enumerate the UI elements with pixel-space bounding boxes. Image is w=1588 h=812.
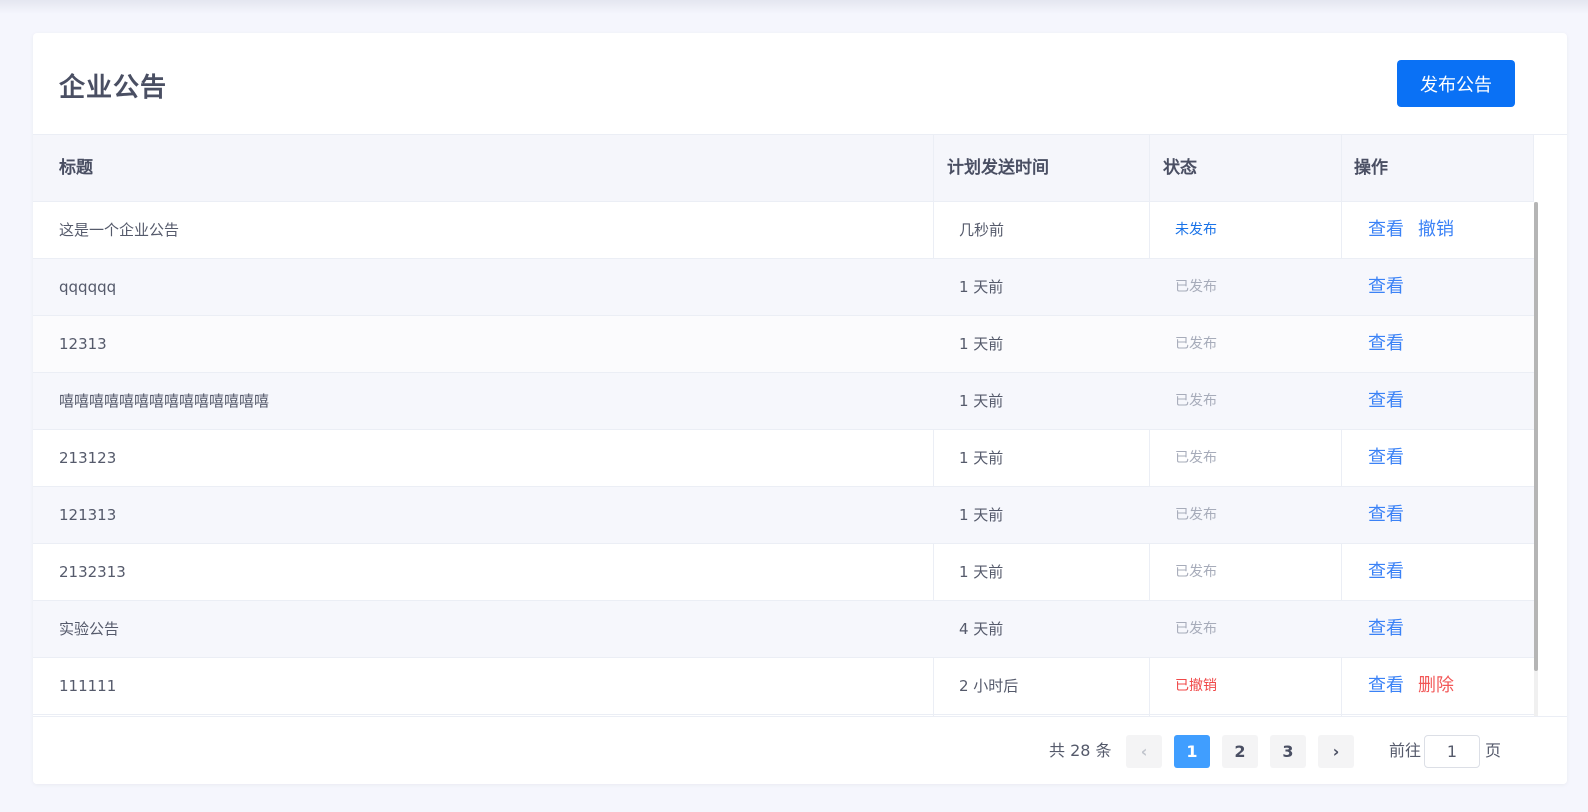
- row-actions: 查看: [1368, 373, 1418, 429]
- status-badge: 已发布: [1175, 393, 1217, 409]
- view-button[interactable]: 查看: [1368, 675, 1404, 696]
- row-scheduled-time: 1 天前: [959, 449, 1004, 467]
- status-badge: 已发布: [1175, 450, 1217, 466]
- goto-prefix: 前往: [1389, 741, 1422, 760]
- view-button[interactable]: 查看: [1368, 504, 1404, 525]
- row-scheduled-time: 1 天前: [959, 563, 1004, 581]
- table-row: 这是一个企业公告 几秒前 未发布 查看 撤销: [33, 202, 1534, 259]
- column-header-status: 状态: [1163, 158, 1197, 178]
- table-row: 213123 1 天前 已发布 查看: [33, 430, 1534, 487]
- table-header: 标题 计划发送时间 状态 操作: [33, 135, 1534, 202]
- row-title: qqqqqq: [59, 278, 117, 296]
- row-actions: 查看: [1368, 487, 1418, 543]
- status-badge: 已发布: [1175, 564, 1217, 580]
- status-badge: 已撤销: [1175, 678, 1217, 694]
- row-actions: 查看: [1368, 316, 1418, 372]
- row-actions: 查看 删除: [1368, 658, 1468, 714]
- publish-announcement-button[interactable]: 发布公告: [1397, 60, 1515, 107]
- row-title: 2132313: [59, 563, 126, 581]
- goto-suffix: 页: [1485, 741, 1502, 760]
- view-button[interactable]: 查看: [1368, 390, 1404, 411]
- announcement-card: 企业公告 发布公告 标题 计划发送时间 状态 操作 这是一个企业公告 几秒前 未发布…: [33, 33, 1567, 784]
- table-row: 111111 2 小时后 已撤销 查看 删除: [33, 658, 1534, 715]
- row-title: 213123: [59, 449, 117, 467]
- table-scrollbar-thumb[interactable]: [1534, 202, 1538, 671]
- row-scheduled-time: 4 天前: [959, 620, 1004, 638]
- row-title: 12313: [59, 335, 107, 353]
- row-scheduled-time: 1 天前: [959, 506, 1004, 524]
- prev-page-icon[interactable]: ‹: [1126, 735, 1162, 768]
- column-header-scheduled-time: 计划发送时间: [947, 158, 1049, 178]
- goto-page-input[interactable]: [1424, 735, 1480, 768]
- pagination-bar: 共 28 条 ‹ 1 2 3 › 前往 页: [33, 716, 1567, 784]
- page-button-1[interactable]: 1: [1174, 735, 1210, 768]
- card-header: 企业公告 发布公告: [33, 33, 1567, 135]
- row-title: 111111: [59, 677, 117, 695]
- status-badge: 已发布: [1175, 621, 1217, 637]
- row-actions: 查看: [1368, 259, 1418, 315]
- view-button[interactable]: 查看: [1368, 447, 1404, 468]
- column-header-title: 标题: [59, 158, 93, 178]
- status-badge: 已发布: [1175, 336, 1217, 352]
- table-row: 2132313 1 天前 已发布 查看: [33, 544, 1534, 601]
- column-divider: [1533, 135, 1534, 201]
- view-button[interactable]: 查看: [1368, 561, 1404, 582]
- row-title: 这是一个企业公告: [59, 221, 180, 239]
- status-badge: 已发布: [1175, 279, 1217, 295]
- row-actions: 查看: [1368, 601, 1418, 657]
- delete-button[interactable]: 删除: [1418, 675, 1454, 696]
- next-page-icon[interactable]: ›: [1318, 735, 1354, 768]
- row-scheduled-time: 1 天前: [959, 392, 1004, 410]
- view-button[interactable]: 查看: [1368, 276, 1404, 297]
- page-button-3[interactable]: 3: [1270, 735, 1306, 768]
- view-button[interactable]: 查看: [1368, 618, 1404, 639]
- total-count: 共 28 条: [1049, 741, 1112, 760]
- view-button[interactable]: 查看: [1368, 333, 1404, 354]
- row-scheduled-time: 2 小时后: [959, 677, 1019, 695]
- page-button-2[interactable]: 2: [1222, 735, 1258, 768]
- row-title: 121313: [59, 506, 117, 524]
- row-scheduled-time: 1 天前: [959, 335, 1004, 353]
- row-actions: 查看: [1368, 544, 1418, 600]
- row-actions: 查看: [1368, 430, 1418, 486]
- top-bar-shadow: [0, 0, 1588, 14]
- page-title: 企业公告: [59, 73, 168, 103]
- table-row: 实验公告 4 天前 已发布 查看: [33, 601, 1534, 658]
- table-row: qqqqqq 1 天前 已发布 查看: [33, 259, 1534, 316]
- column-header-actions: 操作: [1354, 158, 1388, 178]
- table-row: 嘻嘻嘻嘻嘻嘻嘻嘻嘻嘻嘻嘻嘻嘻 1 天前 已发布 查看: [33, 373, 1534, 430]
- row-title: 嘻嘻嘻嘻嘻嘻嘻嘻嘻嘻嘻嘻嘻嘻: [59, 392, 270, 410]
- row-actions: 查看 撤销: [1368, 202, 1468, 258]
- table-row: 12313 1 天前 已发布 查看: [33, 316, 1534, 373]
- status-badge: 已发布: [1175, 507, 1217, 523]
- row-title: 实验公告: [59, 620, 120, 638]
- row-scheduled-time: 几秒前: [959, 221, 1005, 239]
- row-scheduled-time: 1 天前: [959, 278, 1004, 296]
- view-button[interactable]: 查看: [1368, 219, 1404, 240]
- revoke-button[interactable]: 撤销: [1418, 219, 1454, 240]
- table-row: 121313 1 天前 已发布 查看: [33, 487, 1534, 544]
- status-badge: 未发布: [1175, 222, 1217, 238]
